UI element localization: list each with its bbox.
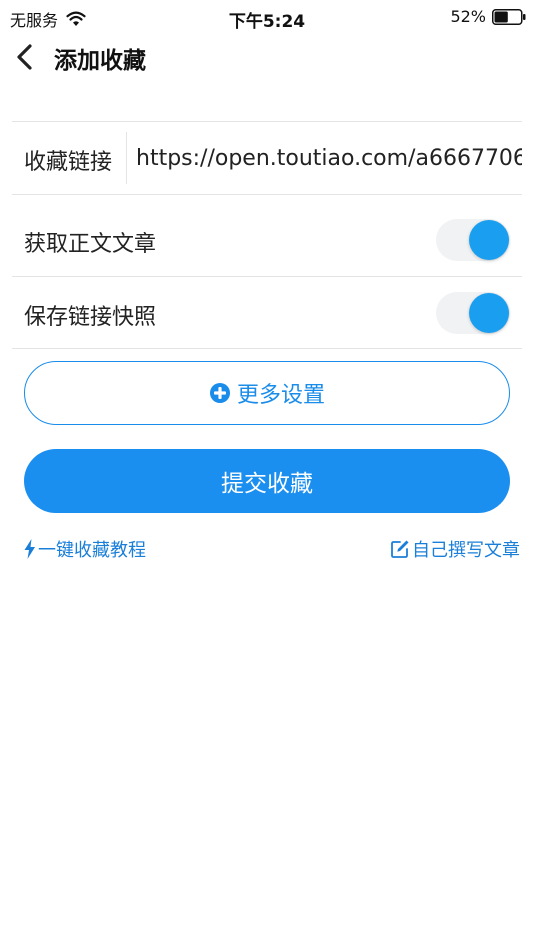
lightning-bolt-icon <box>24 539 35 559</box>
status-right: 52% <box>450 7 526 26</box>
more-settings-button[interactable]: 更多设置 <box>24 361 510 425</box>
fetch-article-label: 获取正文文章 <box>24 232 157 257</box>
nav-bar: 添加收藏 <box>0 34 534 80</box>
divider <box>12 194 522 195</box>
battery-icon <box>492 8 526 25</box>
divider <box>12 348 522 349</box>
fetch-article-row: 获取正文文章 <box>12 204 522 276</box>
snapshot-toggle[interactable] <box>436 292 510 334</box>
link-input[interactable] <box>136 136 522 180</box>
plus-circle-icon <box>209 383 230 403</box>
snapshot-row: 保存链接快照 <box>12 277 522 349</box>
write-article-link[interactable]: 自己撰写文章 <box>390 536 520 562</box>
toggle-knob <box>469 293 509 333</box>
more-settings-label: 更多设置 <box>236 383 325 408</box>
battery-percent: 52% <box>450 7 486 26</box>
page-title: 添加收藏 <box>54 48 146 74</box>
fetch-article-toggle[interactable] <box>436 219 510 261</box>
submit-label: 提交收藏 <box>221 471 313 497</box>
edit-icon <box>391 540 409 558</box>
tutorial-link[interactable]: 一键收藏教程 <box>24 536 146 562</box>
back-chevron-icon[interactable] <box>14 44 36 70</box>
link-label: 收藏链接 <box>24 150 113 175</box>
toggle-knob <box>469 220 509 260</box>
link-row: 收藏链接 <box>12 122 522 194</box>
submit-button[interactable]: 提交收藏 <box>24 449 510 513</box>
snapshot-label: 保存链接快照 <box>24 305 157 330</box>
tutorial-link-label: 一键收藏教程 <box>38 540 146 561</box>
link-separator <box>126 132 127 184</box>
status-bar: 无服务 下午5:24 52% <box>0 0 534 34</box>
write-article-link-label: 自己撰写文章 <box>412 540 520 561</box>
